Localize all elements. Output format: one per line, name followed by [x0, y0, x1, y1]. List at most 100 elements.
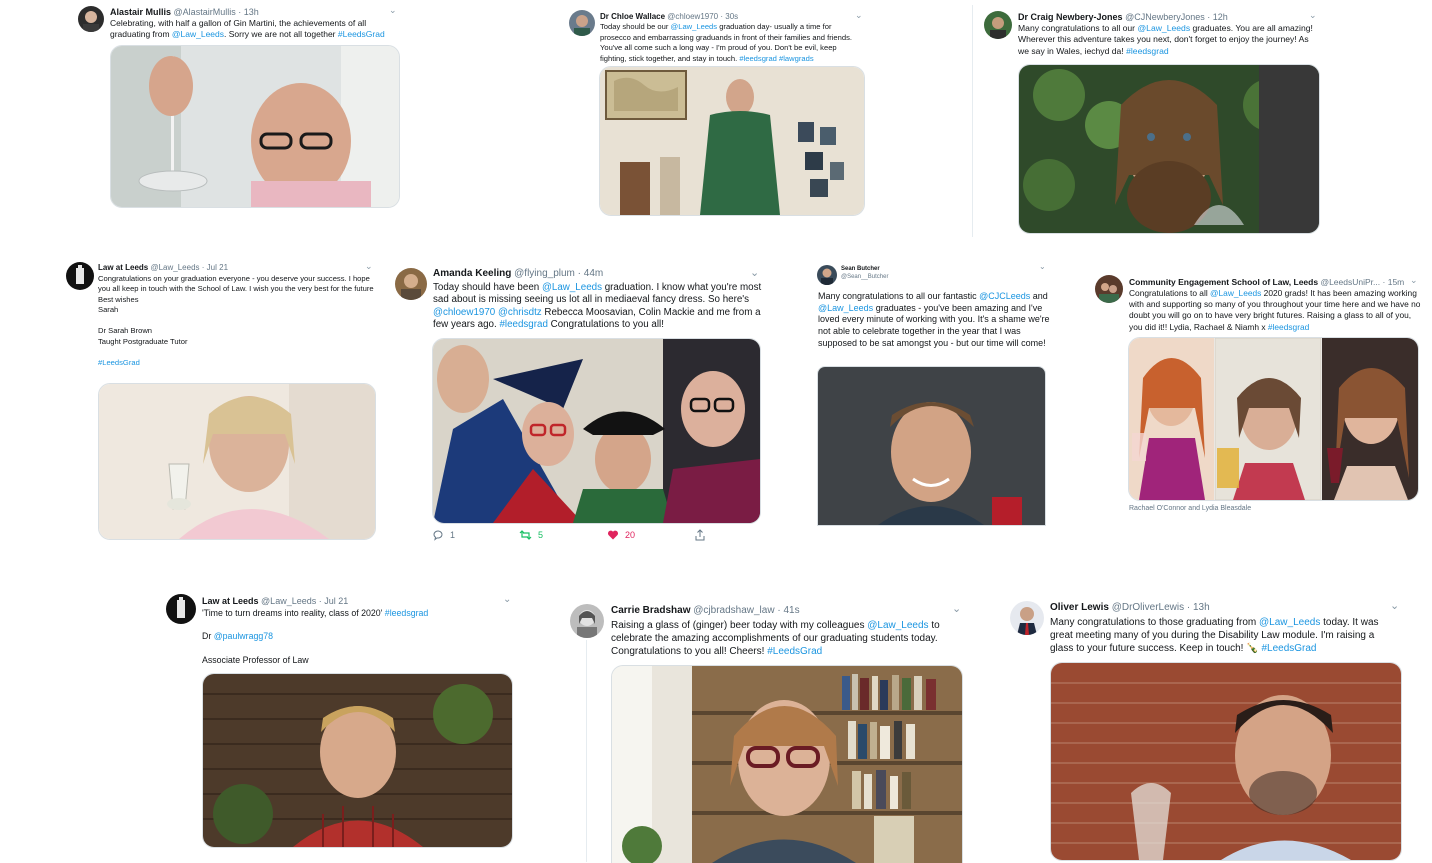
chevron-down-icon[interactable]: ⌄	[365, 262, 373, 271]
chevron-down-icon[interactable]: ⌄	[1039, 263, 1046, 271]
author-name[interactable]: Carrie Bradshaw	[611, 605, 690, 616]
tweet-photo[interactable]	[432, 338, 761, 524]
tweet-time[interactable]: 41s	[783, 605, 799, 616]
author-name[interactable]: Dr Craig Newbery-Jones	[1018, 12, 1123, 22]
author-name[interactable]: Amanda Keeling	[433, 268, 511, 279]
tweet-header: Sean Butcher @Sean__Butcher	[841, 266, 888, 282]
tweet-text-segment: Raising a glass of (ginger) beer today w…	[611, 620, 868, 631]
reply-icon	[433, 530, 443, 541]
tweet-text: Congratulations to all @Law_Leeds 2020 g…	[1129, 288, 1425, 333]
tweet-time[interactable]: 13h	[244, 7, 259, 17]
chevron-down-icon[interactable]: ⌄	[503, 595, 511, 605]
author-name[interactable]: Oliver Lewis	[1050, 602, 1109, 613]
chevron-down-icon[interactable]: ⌄	[855, 11, 863, 20]
hashtag-link[interactable]: #LeedsGrad	[98, 358, 140, 367]
tweet-photo[interactable]	[1128, 337, 1419, 501]
tweet-text: Many congratulations to all our fantasti…	[818, 291, 1050, 349]
chevron-down-icon[interactable]: ⌄	[750, 268, 759, 279]
author-handle[interactable]: @cjbradshaw_law	[693, 605, 774, 616]
tweet-text-segment: Associate Professor of Law	[202, 654, 309, 665]
retweet-icon	[519, 530, 532, 540]
author-handle[interactable]: @flying_plum	[514, 268, 575, 279]
tweet-photo[interactable]	[202, 673, 513, 848]
hashtag-link[interactable]: #leedsgrad	[385, 608, 429, 618]
mention-link[interactable]: @Law_Leeds	[1259, 617, 1320, 628]
tweet-text: Many congratulations to all our @Law_Lee…	[1018, 23, 1320, 57]
mention-link[interactable]: @chrisdtz	[498, 307, 542, 318]
tweet-photo[interactable]	[1050, 662, 1402, 861]
chevron-down-icon[interactable]: ⌄	[389, 6, 397, 15]
mention-link[interactable]: @CJCLeeds	[979, 291, 1030, 301]
avatar[interactable]	[166, 594, 196, 624]
author-name[interactable]: Sean Butcher	[841, 266, 888, 274]
mention-link[interactable]: @Law_Leeds	[172, 29, 224, 39]
author-name[interactable]: Community Engagement School of Law, Leed…	[1129, 277, 1318, 287]
tweet-photo[interactable]	[611, 665, 963, 863]
tweet-photo[interactable]	[1018, 64, 1320, 234]
tweet-time[interactable]: 12h	[1213, 12, 1228, 22]
avatar[interactable]	[984, 11, 1012, 39]
chevron-down-icon[interactable]: ⌄	[1309, 11, 1317, 20]
hashtag-link[interactable]: #LeedsGrad	[1261, 643, 1316, 654]
author-handle[interactable]: @Law_Leeds	[150, 263, 199, 272]
author-name[interactable]: Law at Leeds	[98, 263, 148, 272]
tweet-time[interactable]: 13h	[1193, 602, 1210, 613]
hashtag-link[interactable]: #LeedsGrad	[767, 646, 822, 657]
tweet-photo[interactable]	[98, 383, 376, 540]
author-name[interactable]: Alastair Mullis	[110, 7, 171, 17]
hashtag-link[interactable]: #leedsgrad	[739, 54, 777, 63]
tweet-time[interactable]: 15m	[1388, 277, 1405, 287]
hashtag-link[interactable]: #leedsgrad	[1268, 322, 1309, 332]
avatar[interactable]	[1095, 275, 1123, 303]
mention-link[interactable]: @Law_Leeds	[542, 282, 602, 293]
author-handle[interactable]: @LeedsUniPr...	[1320, 277, 1380, 287]
author-handle[interactable]: @Law_Leeds	[261, 596, 316, 606]
author-handle[interactable]: @AlastairMullis	[174, 7, 236, 17]
avatar[interactable]	[1010, 601, 1044, 635]
author-name[interactable]: Law at Leeds	[202, 596, 259, 606]
hashtag-link[interactable]: #leedsgrad	[499, 319, 547, 330]
mention-link[interactable]: @Law_Leeds	[671, 22, 718, 31]
author-handle[interactable]: @DrOliverLewis	[1112, 602, 1184, 613]
hashtag-link[interactable]: #LeedsGrad	[338, 29, 385, 39]
retweet-action[interactable]: 5	[519, 529, 543, 541]
hashtag-link[interactable]: #leedsgrad	[1126, 46, 1169, 56]
mention-link[interactable]: @paulwragg78	[214, 631, 273, 641]
author-handle[interactable]: @CJNewberyJones	[1125, 12, 1205, 22]
avatar[interactable]	[78, 6, 104, 32]
chevron-down-icon[interactable]: ⌄	[1390, 601, 1399, 612]
tweet-photo[interactable]	[110, 45, 400, 208]
mention-link[interactable]: @Law_Leeds	[1137, 23, 1190, 33]
tweet-text: 'Time to turn dreams into reality, class…	[202, 608, 512, 666]
author-handle[interactable]: @Sean__Butcher	[841, 274, 888, 282]
column-divider	[972, 5, 973, 237]
avatar[interactable]	[569, 10, 595, 36]
tweet-text: Raising a glass of (ginger) beer today w…	[611, 619, 959, 659]
avatar[interactable]	[570, 604, 604, 638]
column-divider	[586, 640, 587, 862]
chevron-down-icon[interactable]: ⌄	[1410, 276, 1418, 285]
tweet-text-segment: Many congratulations to those graduating…	[1050, 617, 1260, 628]
author-name[interactable]: Dr Chloe Wallace	[600, 12, 665, 21]
tweet-photo[interactable]	[817, 366, 1046, 526]
tweet-time[interactable]: 30s	[725, 12, 738, 21]
like-action[interactable]: 20	[607, 529, 635, 541]
tweet-time[interactable]: 44m	[584, 268, 603, 279]
share-icon	[695, 529, 705, 541]
tweet-time[interactable]: Jul 21	[207, 263, 228, 272]
mention-link[interactable]: @Law_Leeds	[1210, 288, 1261, 298]
mention-link[interactable]: @Law_Leeds	[867, 620, 928, 631]
tweet-time[interactable]: Jul 21	[324, 596, 348, 606]
share-action[interactable]	[694, 529, 706, 541]
chevron-down-icon[interactable]: ⌄	[952, 604, 961, 615]
avatar[interactable]	[66, 262, 94, 290]
mention-link[interactable]: @Law_Leeds	[818, 303, 873, 313]
reply-action[interactable]: 1	[432, 529, 455, 541]
author-handle[interactable]: @chloew1970	[667, 12, 718, 21]
reply-count: 1	[450, 530, 456, 540]
avatar[interactable]	[395, 268, 427, 300]
tweet-photo[interactable]	[599, 66, 865, 216]
avatar[interactable]	[817, 265, 837, 285]
mention-link[interactable]: @chloew1970	[433, 307, 495, 318]
hashtag-link[interactable]: #lawgrads	[779, 54, 814, 63]
